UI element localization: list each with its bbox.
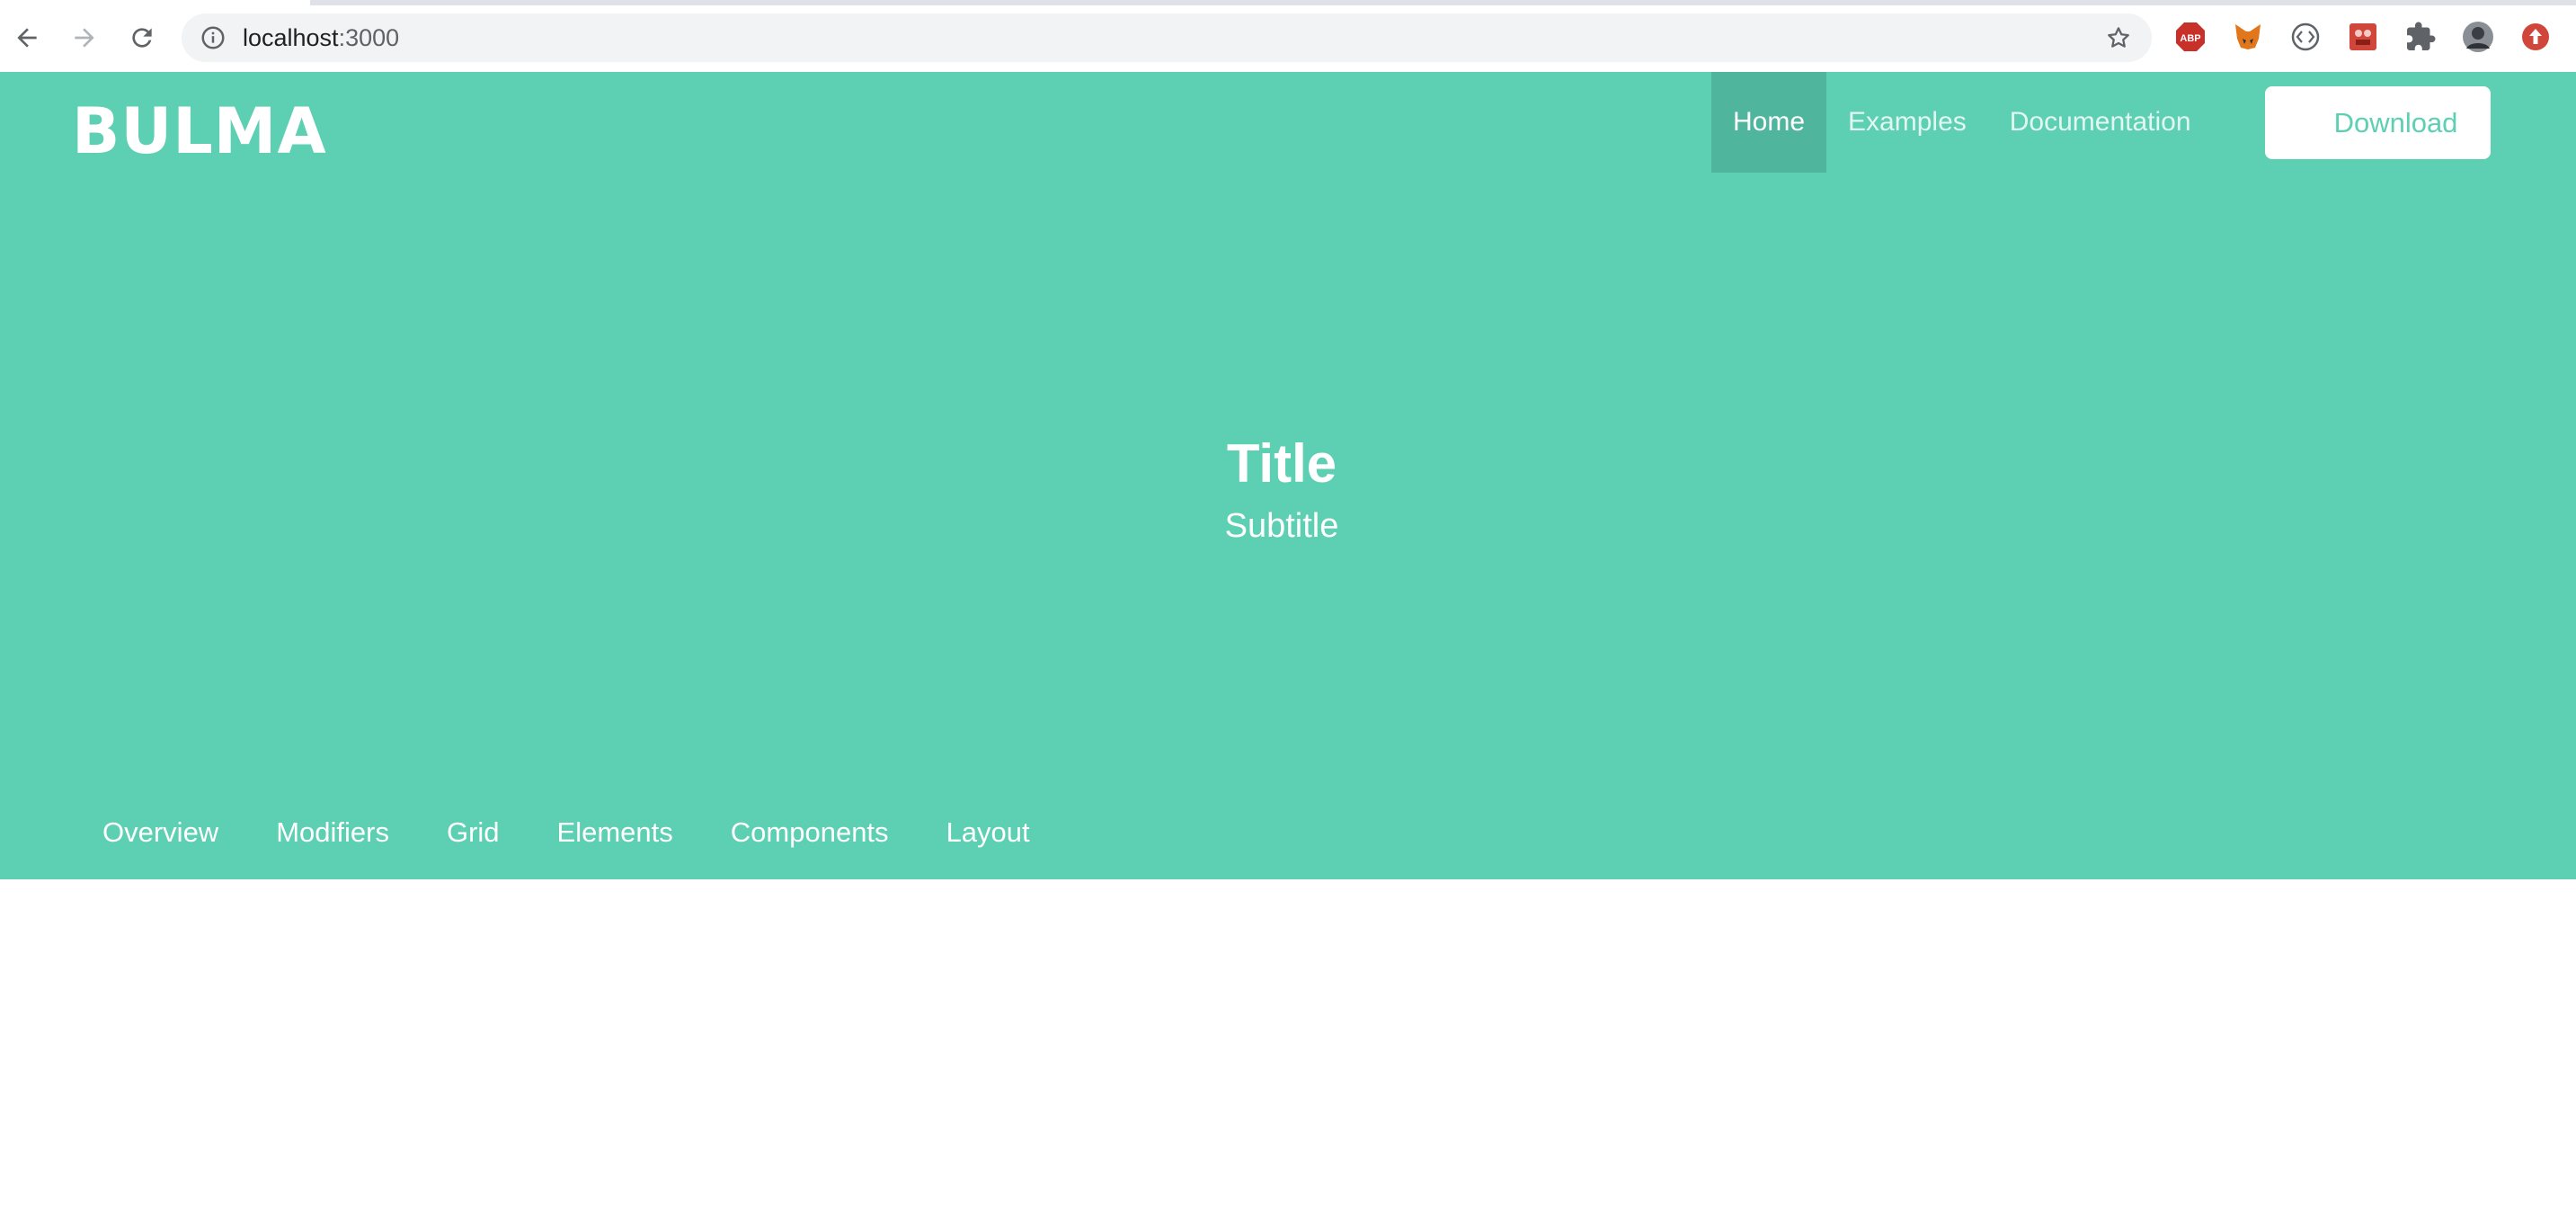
update-button[interactable] (2517, 18, 2554, 56)
code-extension[interactable] (2287, 18, 2324, 56)
reload-icon (132, 28, 152, 48)
tab-grid[interactable]: Grid (418, 816, 529, 849)
reload-button[interactable] (124, 20, 160, 56)
url-text[interactable]: localhost:3000 (243, 25, 399, 50)
nav-item-documentation[interactable]: Documentation (1988, 72, 2213, 173)
address-bar[interactable]: localhost:3000 (182, 13, 2152, 62)
arrow-right-icon (75, 28, 94, 48)
download-button[interactable]: Download (2265, 86, 2491, 159)
arrow-left-icon (17, 28, 37, 48)
puzzle-piece-icon (2407, 22, 2436, 50)
svg-text:ABP: ABP (2180, 33, 2200, 44)
info-icon[interactable] (200, 24, 227, 51)
brand-logo[interactable]: BULMA (72, 88, 327, 174)
url-host: localhost (243, 24, 339, 51)
url-port: :3000 (338, 24, 400, 51)
profile-button[interactable] (2459, 18, 2497, 56)
browser-toolbar: localhost:3000 ABP (0, 0, 2576, 72)
hero-subtitle: Subtitle (1224, 507, 1339, 545)
metamask-fox-icon (2235, 24, 2261, 49)
tab-modifiers[interactable]: Modifiers (247, 816, 418, 849)
hero-title: Title (1226, 433, 1337, 494)
nav-item-examples[interactable]: Examples (1826, 72, 1988, 173)
adblock-icon: ABP (2176, 22, 2205, 51)
back-button[interactable] (9, 20, 45, 56)
section-tabs: Overview Modifiers Grid Elements Compone… (74, 806, 1059, 860)
adblock-extension[interactable]: ABP (2172, 18, 2209, 56)
page-content (0, 879, 2576, 1221)
red-extension[interactable] (2344, 18, 2382, 56)
hero-section: BULMA Home Examples Documentation Downlo… (0, 72, 2576, 879)
tab-elements[interactable]: Elements (529, 816, 702, 849)
forward-button[interactable] (67, 20, 102, 56)
tab-overview[interactable]: Overview (74, 816, 247, 849)
top-navigation: Home Examples Documentation (1711, 72, 2213, 173)
tab-components[interactable]: Components (702, 816, 918, 849)
red-extension-icon (2349, 23, 2376, 50)
tab-strip-edge (310, 0, 2576, 5)
metamask-extension[interactable] (2229, 18, 2267, 56)
update-icon (2522, 23, 2549, 50)
nav-item-home[interactable]: Home (1711, 72, 1827, 173)
bookmark-star-icon[interactable] (2105, 24, 2132, 51)
profile-avatar (2463, 22, 2493, 52)
code-brackets-icon (2291, 22, 2320, 51)
extensions-menu[interactable] (2402, 18, 2439, 56)
tab-layout[interactable]: Layout (918, 816, 1059, 849)
